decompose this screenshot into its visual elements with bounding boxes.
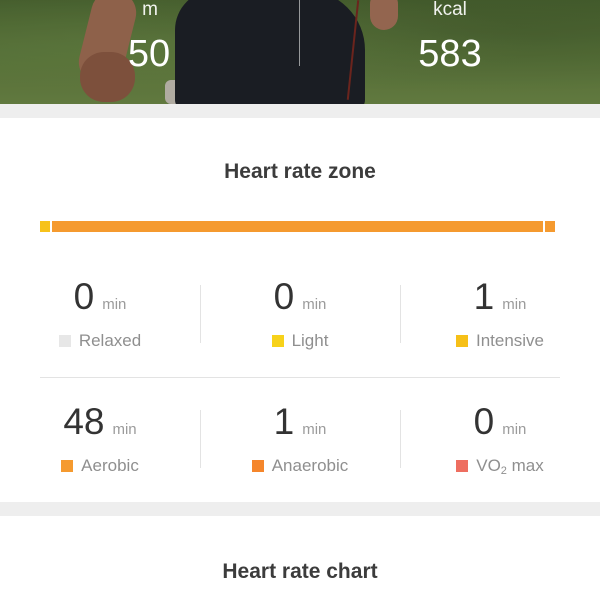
heart-rate-zone-bar: [40, 221, 555, 232]
zone-color-swatch: [455, 335, 468, 347]
zone-bar-segment-aerobic: [52, 221, 543, 232]
zone-color-swatch: [271, 335, 284, 347]
hero-photo-banner: m 50 kcal 583: [0, 0, 600, 104]
heart-rate-zone-title: Heart rate zone: [224, 160, 376, 183]
zone-intensive: 1 min Intensive: [400, 273, 600, 373]
zone-unit: min: [302, 296, 327, 313]
zone-color-swatch: [251, 460, 264, 472]
zone-bar-segment-light: [40, 221, 50, 232]
zone-label: VO2 max: [476, 456, 544, 477]
zone-unit: min: [112, 421, 137, 438]
zone-unit: min: [502, 421, 527, 438]
zone-unit: min: [502, 296, 527, 313]
zone-vo2max: 0 min VO2 max: [400, 398, 600, 498]
zone-label: Intensive: [475, 331, 545, 350]
zone-bar-segment-anaerobic: [545, 221, 555, 232]
hero-stat-unit: kcal: [433, 0, 467, 20]
hero-stat-value: 50: [127, 33, 171, 75]
zone-color-swatch: [456, 460, 469, 472]
row-divider: [40, 377, 560, 378]
hero-stat-unit: m: [142, 0, 158, 20]
zone-minutes: 48: [63, 401, 105, 442]
zone-color-swatch: [61, 460, 74, 472]
workout-detail-screen: m 50 kcal 583 Heart rate zone 0 min Relax…: [0, 0, 600, 600]
hero-stat-distance: m 50: [0, 0, 300, 76]
zone-aerobic: 48 min Aerobic: [0, 398, 200, 498]
zone-label: Anaerobic: [271, 456, 349, 475]
zone-light: 0 min Light: [200, 273, 400, 373]
zone-label: Relaxed: [78, 331, 142, 350]
zone-row: 0 min Relaxed 0 min Light 1 min Intensiv…: [0, 273, 600, 378]
zone-relaxed: 0 min Relaxed: [0, 273, 200, 373]
hero-stat-calories: kcal 583: [300, 0, 600, 76]
zone-label: Light: [291, 331, 329, 350]
heart-rate-chart-card: Heart rate chart: [0, 516, 600, 600]
zone-minutes: 0: [273, 276, 295, 317]
zone-minutes: 0: [73, 276, 95, 317]
zone-minutes: 1: [273, 401, 295, 442]
zone-anaerobic: 1 min Anaerobic: [200, 398, 400, 498]
zone-row: 48 min Aerobic 1 min Anaerobic 0 min VO2…: [0, 398, 600, 498]
zone-unit: min: [102, 296, 127, 313]
zone-unit: min: [302, 421, 327, 438]
zone-color-swatch: [58, 335, 71, 347]
heart-rate-zone-card: Heart rate zone 0 min Relaxed 0 min Ligh…: [0, 118, 600, 502]
heart-rate-chart-title: Heart rate chart: [222, 560, 378, 583]
zone-minutes: 0: [473, 401, 495, 442]
zone-label: Aerobic: [81, 456, 139, 475]
hero-stat-value: 583: [418, 33, 482, 75]
zone-minutes: 1: [473, 276, 495, 317]
